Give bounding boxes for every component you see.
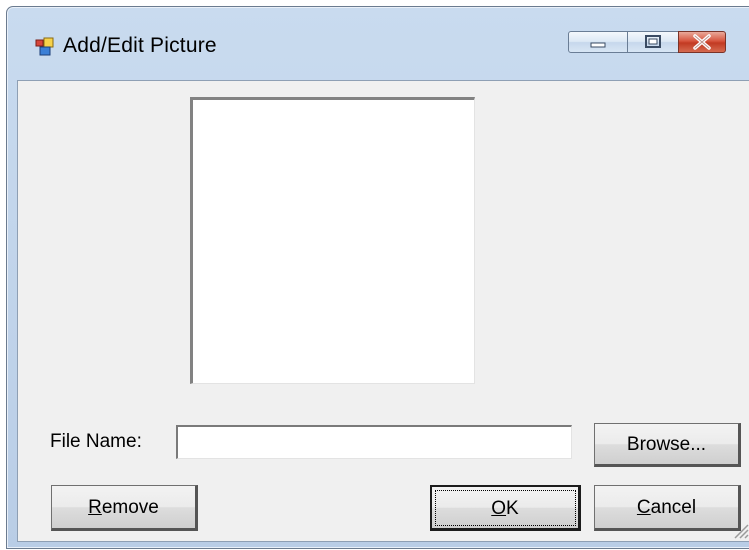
minimize-button[interactable] xyxy=(568,31,628,53)
file-name-label: File Name: xyxy=(50,431,142,452)
close-button[interactable] xyxy=(678,31,726,53)
window-title: Add/Edit Picture xyxy=(63,34,217,57)
maximize-button[interactable] xyxy=(627,31,679,53)
dialog-client-area: File Name: Browse... Remove OK Cancel xyxy=(17,80,749,542)
cancel-button[interactable]: Cancel xyxy=(594,485,741,531)
remove-button-label: emove xyxy=(101,497,159,518)
picture-preview xyxy=(190,97,475,384)
remove-button[interactable]: Remove xyxy=(51,485,198,531)
minimize-icon xyxy=(590,42,606,48)
ok-mnemonic: O xyxy=(491,498,507,519)
maximize-icon xyxy=(645,35,661,48)
browse-button[interactable]: Browse... xyxy=(594,423,741,467)
add-edit-picture-dialog: Add/Edit Picture File Name: Browse... Re… xyxy=(6,6,749,549)
browse-button-label: Browse... xyxy=(626,434,707,455)
remove-mnemonic: R xyxy=(88,497,102,518)
ok-button[interactable]: OK xyxy=(430,485,581,531)
file-name-input[interactable] xyxy=(176,425,572,459)
title-bar[interactable]: Add/Edit Picture xyxy=(7,7,749,86)
resize-grip-icon[interactable] xyxy=(731,521,749,539)
app-window-icon xyxy=(35,37,55,57)
close-icon xyxy=(693,34,711,50)
cancel-mnemonic: C xyxy=(636,497,651,518)
ok-button-label: K xyxy=(506,498,519,519)
cancel-button-label: ancel xyxy=(650,497,697,518)
